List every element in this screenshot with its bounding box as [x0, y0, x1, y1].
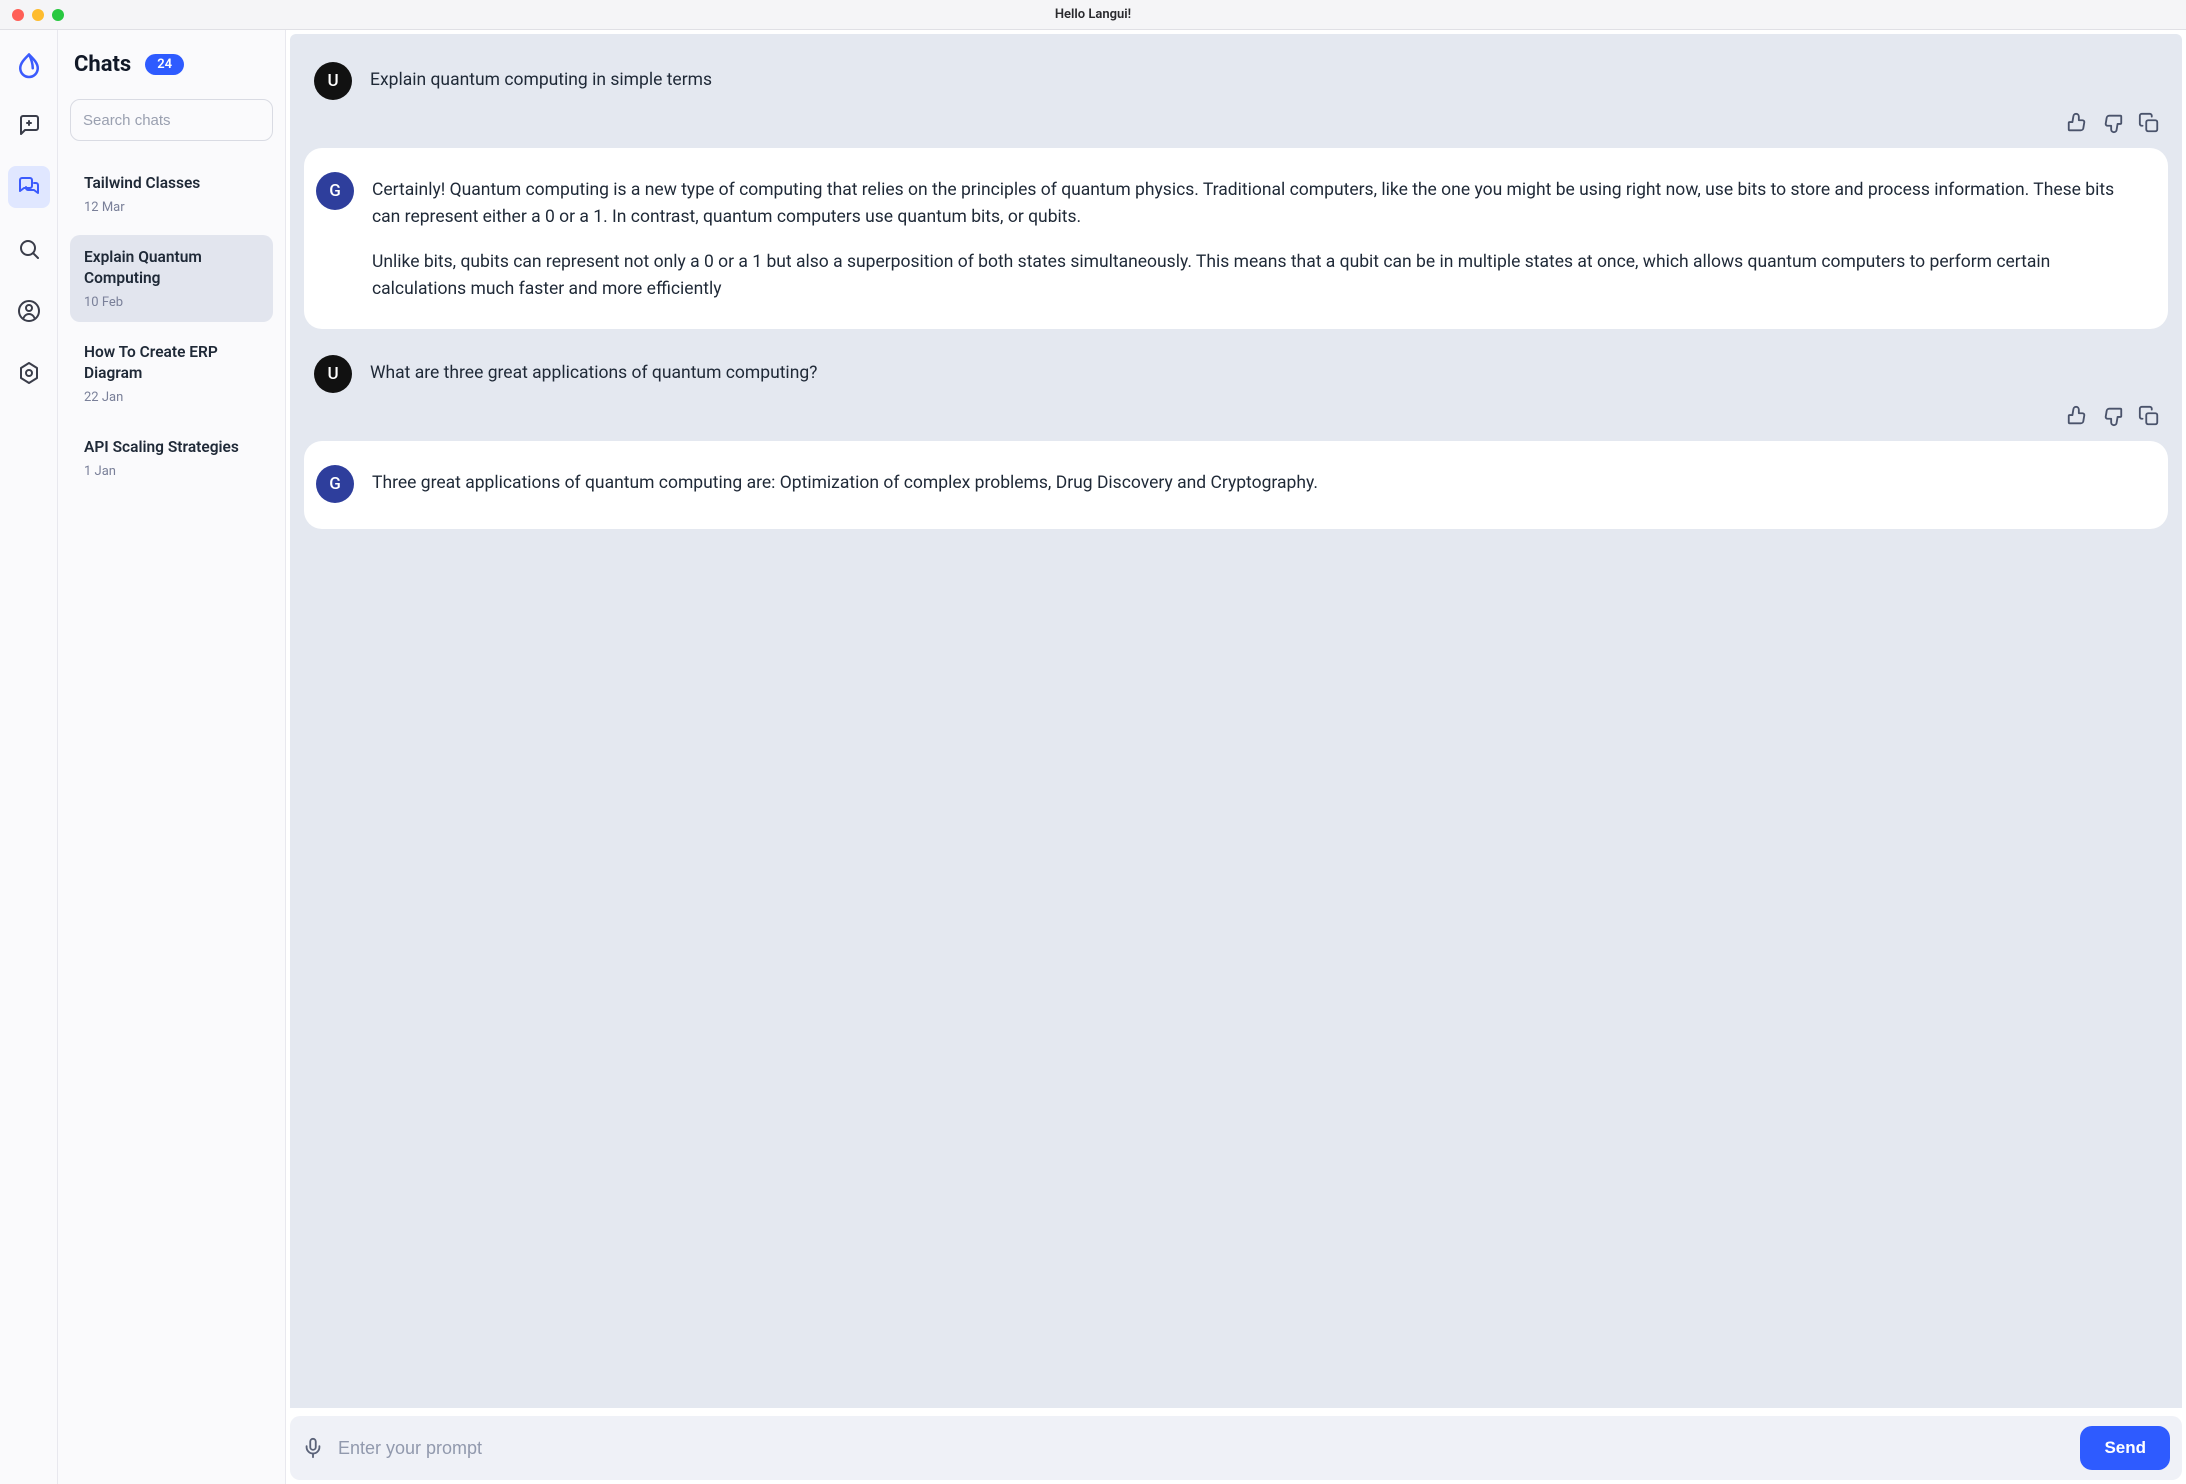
rail-search-button[interactable] — [8, 228, 50, 270]
message-text: Explain quantum computing in simple term… — [370, 62, 712, 94]
assistant-avatar: G — [316, 465, 354, 503]
message-actions — [2066, 112, 2160, 134]
message-text: What are three great applications of qua… — [370, 355, 817, 387]
window-maximize-button[interactable] — [52, 9, 64, 21]
rail-settings-button[interactable] — [8, 352, 50, 394]
microphone-icon[interactable] — [302, 1437, 324, 1459]
sidebar-header: Chats 24 — [70, 52, 273, 77]
assistant-card: G Certainly! Quantum computing is a new t… — [304, 148, 2168, 329]
thumbs-down-icon[interactable] — [2102, 112, 2124, 134]
user-message-block: U What are three great applications of qu… — [304, 347, 2168, 423]
chat-item-date: 1 Jan — [84, 464, 259, 479]
chat-item-title: Explain Quantum Computing — [84, 247, 259, 289]
chat-list-item[interactable]: API Scaling Strategies 1 Jan — [70, 425, 273, 491]
assistant-message-block: G Certainly! Quantum computing is a new t… — [304, 148, 2168, 329]
assistant-avatar: G — [316, 172, 354, 210]
rail-profile-button[interactable] — [8, 290, 50, 332]
window-minimize-button[interactable] — [32, 9, 44, 21]
thumbs-up-icon[interactable] — [2066, 405, 2088, 427]
titlebar: Hello Langui! — [0, 0, 2186, 30]
app-layout: Chats 24 Tailwind Classes 12 Mar Explain Q… — [0, 30, 2186, 1484]
nav-rail — [0, 30, 58, 1484]
chat-item-title: Tailwind Classes — [84, 173, 259, 194]
chat-list: Tailwind Classes 12 Mar Explain Quantum Co… — [70, 161, 273, 499]
conversation-scroll[interactable]: U Explain quantum computing in simple ter… — [290, 34, 2182, 1408]
prompt-input[interactable] — [338, 1438, 2066, 1459]
chat-item-title: API Scaling Strategies — [84, 437, 259, 458]
search-chats-input[interactable] — [83, 112, 282, 129]
send-button[interactable]: Send — [2080, 1426, 2170, 1470]
user-message-block: U Explain quantum computing in simple ter… — [304, 54, 2168, 130]
assistant-message-block: G Three great applications of quantum com… — [304, 441, 2168, 529]
traffic-lights — [12, 9, 64, 21]
chat-list-item[interactable]: Tailwind Classes 12 Mar — [70, 161, 273, 227]
sidebar-title: Chats — [74, 52, 131, 77]
copy-icon[interactable] — [2138, 112, 2160, 134]
chats-count-badge: 24 — [145, 54, 184, 75]
app-logo-icon — [12, 50, 46, 84]
chat-item-date: 12 Mar — [84, 200, 259, 215]
user-avatar: U — [314, 355, 352, 393]
chat-item-date: 22 Jan — [84, 390, 259, 405]
message-text: Certainly! Quantum computing is a new ty… — [372, 172, 2140, 303]
message-text: Three great applications of quantum comp… — [372, 465, 1318, 497]
search-chats-field[interactable] — [70, 99, 273, 141]
main-panel: U Explain quantum computing in simple ter… — [286, 30, 2186, 1484]
thumbs-down-icon[interactable] — [2102, 405, 2124, 427]
chat-item-date: 10 Feb — [84, 295, 259, 310]
chat-list-item[interactable]: How To Create ERP Diagram 22 Jan — [70, 330, 273, 417]
chat-list-item[interactable]: Explain Quantum Computing 10 Feb — [70, 235, 273, 322]
rail-new-chat-button[interactable] — [8, 104, 50, 146]
thumbs-up-icon[interactable] — [2066, 112, 2088, 134]
message-actions — [2066, 405, 2160, 427]
window-close-button[interactable] — [12, 9, 24, 21]
sidebar: Chats 24 Tailwind Classes 12 Mar Explain Q… — [58, 30, 286, 1484]
assistant-card: G Three great applications of quantum com… — [304, 441, 2168, 529]
user-avatar: U — [314, 62, 352, 100]
window-title: Hello Langui! — [1055, 7, 1131, 22]
composer: Send — [290, 1416, 2182, 1480]
chat-item-title: How To Create ERP Diagram — [84, 342, 259, 384]
rail-chats-button[interactable] — [8, 166, 50, 208]
copy-icon[interactable] — [2138, 405, 2160, 427]
